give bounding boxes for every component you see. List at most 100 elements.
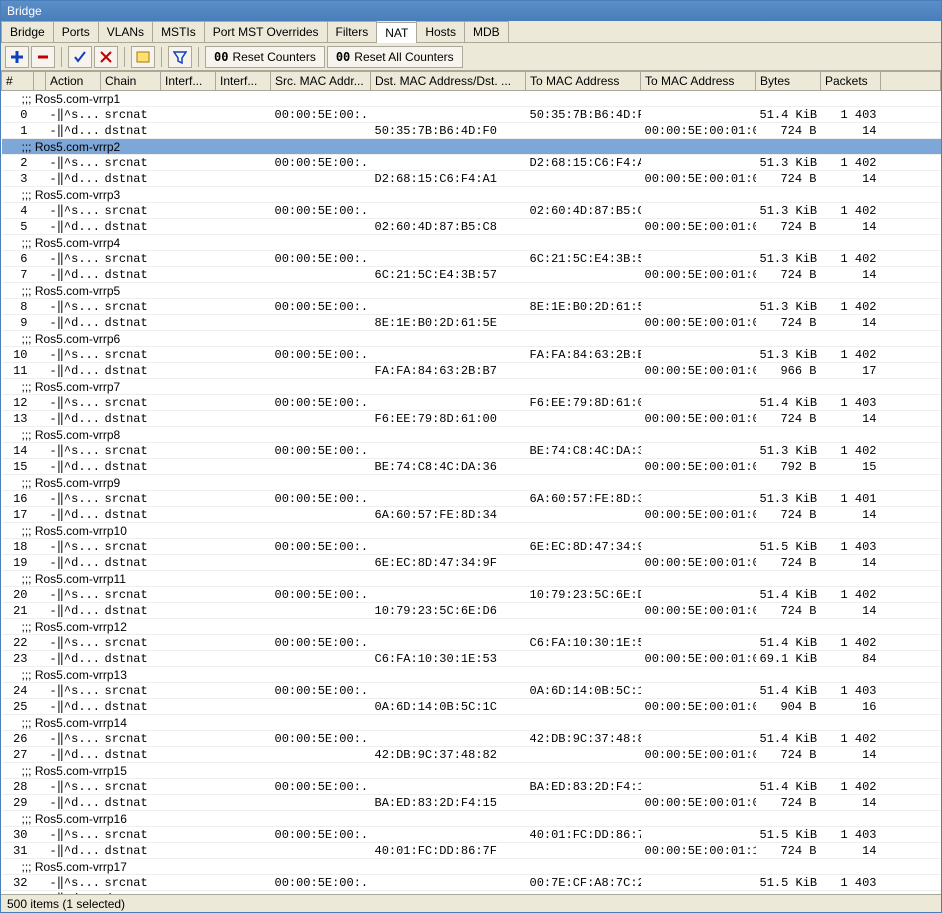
comment-row[interactable]: ;;; Ros5.com-vrrp17	[2, 859, 941, 875]
table-row[interactable]: 11-‖^d...dstnatFA:FA:84:63:2B:B700:00:5E…	[2, 363, 941, 379]
table-row[interactable]: 5-‖^d...dstnat02:60:4D:87:B5:C800:00:5E:…	[2, 219, 941, 235]
comment-button[interactable]	[131, 46, 155, 68]
filter-button[interactable]	[168, 46, 192, 68]
table-body: ;;; Ros5.com-vrrp10-‖^s...srcnat00:00:5E…	[2, 91, 941, 895]
table-wrap[interactable]: #ActionChainInterf...Interf...Src. MAC A…	[1, 71, 941, 894]
reset-counters-label: Reset Counters	[232, 50, 315, 64]
table-row[interactable]: 31-‖^d...dstnat40:01:FC:DD:86:7F00:00:5E…	[2, 843, 941, 859]
table-row[interactable]: 2-‖^s...srcnat00:00:5E:00:...D2:68:15:C6…	[2, 155, 941, 171]
table-row[interactable]: 23-‖^d...dstnatC6:FA:10:30:1E:5300:00:5E…	[2, 651, 941, 667]
table-row[interactable]: 28-‖^s...srcnat00:00:5E:00:...BA:ED:83:2…	[2, 779, 941, 795]
table-row[interactable]: 27-‖^d...dstnat42:DB:9C:37:48:8200:00:5E…	[2, 747, 941, 763]
separator-icon	[198, 47, 199, 67]
tab-ports[interactable]: Ports	[53, 21, 99, 42]
column-header[interactable]: To MAC Address	[641, 72, 756, 91]
column-header[interactable]: Chain	[101, 72, 161, 91]
table-row[interactable]: 17-‖^d...dstnat6A:60:57:FE:8D:3400:00:5E…	[2, 507, 941, 523]
table-row[interactable]: 19-‖^d...dstnat6E:EC:8D:47:34:9F00:00:5E…	[2, 555, 941, 571]
table-row[interactable]: 32-‖^s...srcnat00:00:5E:00:...00:7E:CF:A…	[2, 875, 941, 891]
reset-counters-button[interactable]: 00 Reset Counters	[205, 46, 325, 68]
window-title: Bridge	[7, 4, 42, 18]
column-header[interactable]: Dst. MAC Address/Dst. ...	[371, 72, 526, 91]
comment-row[interactable]: ;;; Ros5.com-vrrp16	[2, 811, 941, 827]
comment-row[interactable]: ;;; Ros5.com-vrrp7	[2, 379, 941, 395]
reset-all-counters-label: Reset All Counters	[354, 50, 453, 64]
comment-row[interactable]: ;;; Ros5.com-vrrp5	[2, 283, 941, 299]
table-row[interactable]: 22-‖^s...srcnat00:00:5E:00:...C6:FA:10:3…	[2, 635, 941, 651]
table-row[interactable]: 3-‖^d...dstnatD2:68:15:C6:F4:A100:00:5E:…	[2, 171, 941, 187]
table-row[interactable]: 13-‖^d...dstnatF6:EE:79:8D:61:0000:00:5E…	[2, 411, 941, 427]
titlebar[interactable]: Bridge	[1, 1, 941, 21]
table-row[interactable]: 33-‖^d...dstnat00:7E:CF:A8:7C:2400:00:5E…	[2, 891, 941, 895]
table-row[interactable]: 9-‖^d...dstnat8E:1E:B0:2D:61:5E00:00:5E:…	[2, 315, 941, 331]
column-header[interactable]	[34, 72, 46, 91]
table-row[interactable]: 29-‖^d...dstnatBA:ED:83:2D:F4:1500:00:5E…	[2, 795, 941, 811]
comment-row[interactable]: ;;; Ros5.com-vrrp2	[2, 139, 941, 155]
table-row[interactable]: 6-‖^s...srcnat00:00:5E:00:...6C:21:5C:E4…	[2, 251, 941, 267]
reset-all-counters-button[interactable]: 00 Reset All Counters	[327, 46, 463, 68]
add-button[interactable]	[5, 46, 29, 68]
column-header[interactable]: Action	[46, 72, 101, 91]
column-header[interactable]: Bytes	[756, 72, 821, 91]
table-row[interactable]: 21-‖^d...dstnat10:79:23:5C:6E:D600:00:5E…	[2, 603, 941, 619]
comment-row[interactable]: ;;; Ros5.com-vrrp13	[2, 667, 941, 683]
comment-row[interactable]: ;;; Ros5.com-vrrp6	[2, 331, 941, 347]
comment-row[interactable]: ;;; Ros5.com-vrrp15	[2, 763, 941, 779]
column-header[interactable]: Packets	[821, 72, 881, 91]
table-row[interactable]: 26-‖^s...srcnat00:00:5E:00:...42:DB:9C:3…	[2, 731, 941, 747]
minus-icon	[36, 50, 50, 64]
plus-icon	[10, 50, 24, 64]
disable-button[interactable]	[94, 46, 118, 68]
statusbar-text: 500 items (1 selected)	[7, 897, 125, 911]
toolbar: 00 Reset Counters 00 Reset All Counters	[1, 43, 941, 71]
column-header[interactable]: To MAC Address	[526, 72, 641, 91]
table-row[interactable]: 0-‖^s...srcnat00:00:5E:00:...50:35:7B:B6…	[2, 107, 941, 123]
table-row[interactable]: 8-‖^s...srcnat00:00:5E:00:...8E:1E:B0:2D…	[2, 299, 941, 315]
table-row[interactable]: 15-‖^d...dstnatBE:74:C8:4C:DA:3600:00:5E…	[2, 459, 941, 475]
separator-icon	[61, 47, 62, 67]
comment-row[interactable]: ;;; Ros5.com-vrrp10	[2, 523, 941, 539]
check-icon	[73, 50, 87, 64]
column-header[interactable]: Interf...	[216, 72, 271, 91]
comment-row[interactable]: ;;; Ros5.com-vrrp12	[2, 619, 941, 635]
separator-icon	[124, 47, 125, 67]
remove-button[interactable]	[31, 46, 55, 68]
tab-mstis[interactable]: MSTIs	[152, 21, 205, 42]
comment-row[interactable]: ;;; Ros5.com-vrrp3	[2, 187, 941, 203]
table-row[interactable]: 1-‖^d...dstnat50:35:7B:B6:4D:F000:00:5E:…	[2, 123, 941, 139]
table-row[interactable]: 25-‖^d...dstnat0A:6D:14:0B:5C:1C00:00:5E…	[2, 699, 941, 715]
column-header[interactable]: Interf...	[161, 72, 216, 91]
note-icon	[136, 51, 150, 63]
table-row[interactable]: 10-‖^s...srcnat00:00:5E:00:...FA:FA:84:6…	[2, 347, 941, 363]
nat-table: #ActionChainInterf...Interf...Src. MAC A…	[1, 71, 941, 894]
enable-button[interactable]	[68, 46, 92, 68]
table-row[interactable]: 30-‖^s...srcnat00:00:5E:00:...40:01:FC:D…	[2, 827, 941, 843]
table-row[interactable]: 16-‖^s...srcnat00:00:5E:00:...6A:60:57:F…	[2, 491, 941, 507]
x-icon	[99, 50, 113, 64]
table-row[interactable]: 4-‖^s...srcnat00:00:5E:00:...02:60:4D:87…	[2, 203, 941, 219]
table-row[interactable]: 14-‖^s...srcnat00:00:5E:00:...BE:74:C8:4…	[2, 443, 941, 459]
tab-vlans[interactable]: VLANs	[98, 21, 153, 42]
column-header[interactable]: #	[2, 72, 34, 91]
column-header[interactable]: Src. MAC Addr...	[271, 72, 371, 91]
table-row[interactable]: 18-‖^s...srcnat00:00:5E:00:...6E:EC:8D:4…	[2, 539, 941, 555]
comment-row[interactable]: ;;; Ros5.com-vrrp9	[2, 475, 941, 491]
tab-bridge[interactable]: Bridge	[1, 21, 54, 42]
tab-port-mst-overrides[interactable]: Port MST Overrides	[204, 21, 328, 42]
table-row[interactable]: 24-‖^s...srcnat00:00:5E:00:...0A:6D:14:0…	[2, 683, 941, 699]
table-row[interactable]: 12-‖^s...srcnat00:00:5E:00:...F6:EE:79:8…	[2, 395, 941, 411]
table-row[interactable]: 20-‖^s...srcnat00:00:5E:00:...10:79:23:5…	[2, 587, 941, 603]
comment-row[interactable]: ;;; Ros5.com-vrrp14	[2, 715, 941, 731]
comment-row[interactable]: ;;; Ros5.com-vrrp8	[2, 427, 941, 443]
comment-row[interactable]: ;;; Ros5.com-vrrp1	[2, 91, 941, 107]
comment-row[interactable]: ;;; Ros5.com-vrrp11	[2, 571, 941, 587]
tab-mdb[interactable]: MDB	[464, 21, 509, 42]
table-row[interactable]: 7-‖^d...dstnat6C:21:5C:E4:3B:5700:00:5E:…	[2, 267, 941, 283]
counter-00-icon: 00	[336, 50, 350, 64]
funnel-icon	[173, 50, 187, 64]
tab-nat[interactable]: NAT	[376, 22, 417, 43]
tab-filters[interactable]: Filters	[327, 21, 378, 42]
bridge-window: Bridge BridgePortsVLANsMSTIsPort MST Ove…	[0, 0, 942, 913]
tab-hosts[interactable]: Hosts	[416, 21, 465, 42]
comment-row[interactable]: ;;; Ros5.com-vrrp4	[2, 235, 941, 251]
